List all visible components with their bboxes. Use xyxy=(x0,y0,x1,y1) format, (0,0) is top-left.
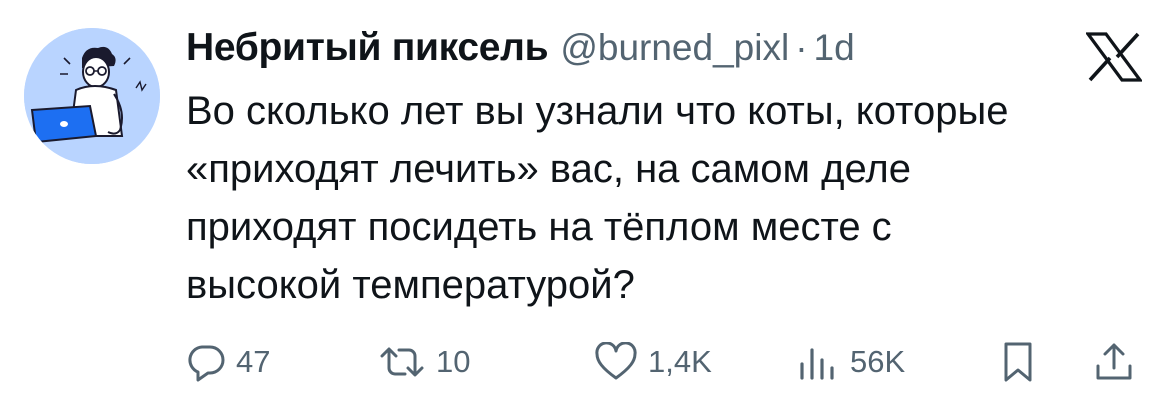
views-button[interactable]: 56K xyxy=(796,332,905,392)
like-button[interactable]: 1,4K xyxy=(594,332,712,392)
author-display-name[interactable]: Небритый пиксель xyxy=(186,26,549,70)
avatar[interactable] xyxy=(24,28,160,164)
heart-icon xyxy=(594,342,638,382)
x-logo-icon[interactable] xyxy=(1084,32,1144,82)
tweet-actions: 47 10 1,4K 56K xyxy=(186,332,1146,392)
avatar-illustration xyxy=(24,28,160,164)
like-count: 1,4K xyxy=(648,344,712,379)
views-icon xyxy=(796,342,840,382)
author-handle[interactable]: @burned_pixl xyxy=(560,27,789,69)
bookmark-icon xyxy=(1000,340,1036,384)
tweet-timestamp[interactable]: 1d xyxy=(814,27,855,69)
share-icon xyxy=(1094,340,1134,384)
tweet-header: Небритый пиксель @burned_pixl · 1d xyxy=(186,26,855,76)
tweet-text: Во сколько лет вы узнали что коты, котор… xyxy=(186,89,1009,307)
tweet-card[interactable]: Небритый пиксель @burned_pixl · 1d Во ск… xyxy=(0,0,1170,418)
reply-count: 47 xyxy=(236,344,271,379)
header-separator: · xyxy=(795,27,808,68)
retweet-button[interactable]: 10 xyxy=(378,332,470,392)
reply-button[interactable]: 47 xyxy=(186,332,270,392)
retweet-count: 10 xyxy=(436,344,471,379)
views-count: 56K xyxy=(850,344,906,379)
share-button[interactable] xyxy=(1094,332,1134,392)
retweet-icon xyxy=(378,342,426,382)
bookmark-button[interactable] xyxy=(1000,332,1036,392)
reply-icon xyxy=(186,342,226,382)
